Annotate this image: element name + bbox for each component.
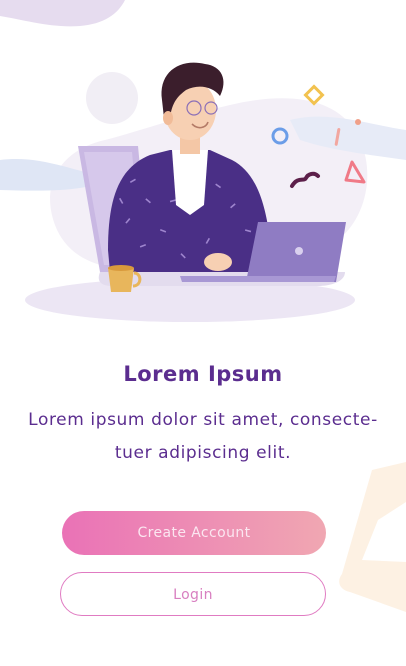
onboarding-title: Lorem Ipsum [123, 362, 283, 386]
bubble-shape [86, 72, 138, 124]
onboarding-description: Lorem ipsum dolor sit amet, consecte- tu… [28, 404, 378, 470]
corner-triangle-shape [339, 462, 406, 612]
person-shirt [172, 150, 208, 215]
login-button[interactable]: Login [60, 572, 326, 616]
confetti-dot-shape [355, 119, 361, 125]
description-line-2: tuer adipiscing elit. [114, 443, 292, 463]
coffee-cup-icon [108, 268, 134, 292]
onboarding-screen: Lorem Ipsum Lorem ipsum dolor sit amet, … [0, 0, 406, 666]
create-account-button[interactable]: Create Account [62, 511, 326, 555]
corner-blob-shape [0, 0, 125, 27]
description-line-1: Lorem ipsum dolor sit amet, consecte- [28, 410, 378, 430]
hero-illustration [0, 0, 406, 322]
